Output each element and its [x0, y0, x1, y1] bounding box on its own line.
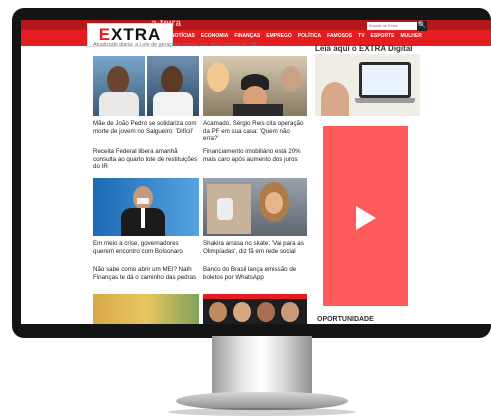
article-caption[interactable]: Não sabe como abrir um MEI? Nath Finança… — [93, 266, 199, 281]
article-caption[interactable]: Em meio a crise, governadores querem enc… — [93, 240, 199, 255]
photo-governador[interactable] — [93, 178, 199, 236]
nav-item-emprego[interactable]: EMPREGO — [266, 33, 292, 39]
extra-digital-promo[interactable] — [315, 54, 420, 116]
photo-joao-pedro[interactable] — [93, 56, 145, 116]
play-icon[interactable] — [356, 206, 376, 230]
search-input[interactable]: Buscar no Extra — [367, 22, 417, 30]
main-nav: NOTÍCIAS ECONOMIA FINANÇAS EMPREGO POLÍT… — [171, 33, 422, 39]
sidebar-section-label: OPORTUNIDADE — [317, 316, 374, 323]
browser-screen: a-feira EXTRA Buscar no Extra 🔍 NOTÍCIAS… — [21, 20, 491, 324]
nav-item-politica[interactable]: POLÍTICA — [298, 33, 321, 39]
photo-sergio-reis[interactable] — [203, 56, 307, 116]
search-icon[interactable]: 🔍 — [417, 21, 427, 31]
article-caption[interactable]: Financiamento imobiliário está 20% mais … — [203, 148, 307, 163]
nav-item-noticias[interactable]: NOTÍCIAS — [171, 33, 195, 39]
photo-famosos-strip[interactable] — [203, 294, 307, 324]
nav-item-tv[interactable]: TV — [358, 33, 364, 39]
video-ad[interactable] — [323, 126, 408, 306]
nav-item-esporte[interactable]: ESPORTE — [371, 33, 395, 39]
nav-item-mulher[interactable]: MULHER — [400, 33, 421, 39]
article-caption[interactable]: Acamado, Sérgio Reis cita operação da PF… — [203, 120, 307, 143]
monitor-stand — [212, 336, 312, 394]
monitor-shadow — [168, 408, 356, 416]
photo-market[interactable] — [93, 294, 199, 324]
nav-item-financas[interactable]: FINANÇAS — [234, 33, 260, 39]
sidebar-title[interactable]: Leia aqui o EXTRA Digital — [315, 44, 413, 53]
photo-jovem-salgueiro[interactable] — [147, 56, 199, 116]
article-caption[interactable]: Receita Federal libera amanhã consulta a… — [93, 148, 199, 171]
photo-shakira-skate[interactable] — [203, 178, 307, 236]
nav-item-famosos[interactable]: FAMOSOS — [327, 33, 352, 39]
article-caption[interactable]: Banco do Brasil lança emissão de boletos… — [203, 266, 307, 281]
article-caption[interactable]: Shakira arrasa no skate: 'Vai para as Ol… — [203, 240, 307, 255]
article-caption[interactable]: Mãe de João Pedro se solidariza com mort… — [93, 120, 199, 135]
nav-item-economia[interactable]: ECONOMIA — [201, 33, 229, 39]
news-ticker[interactable]: Atualizado diária: a Lote de gerações pr… — [93, 42, 333, 48]
